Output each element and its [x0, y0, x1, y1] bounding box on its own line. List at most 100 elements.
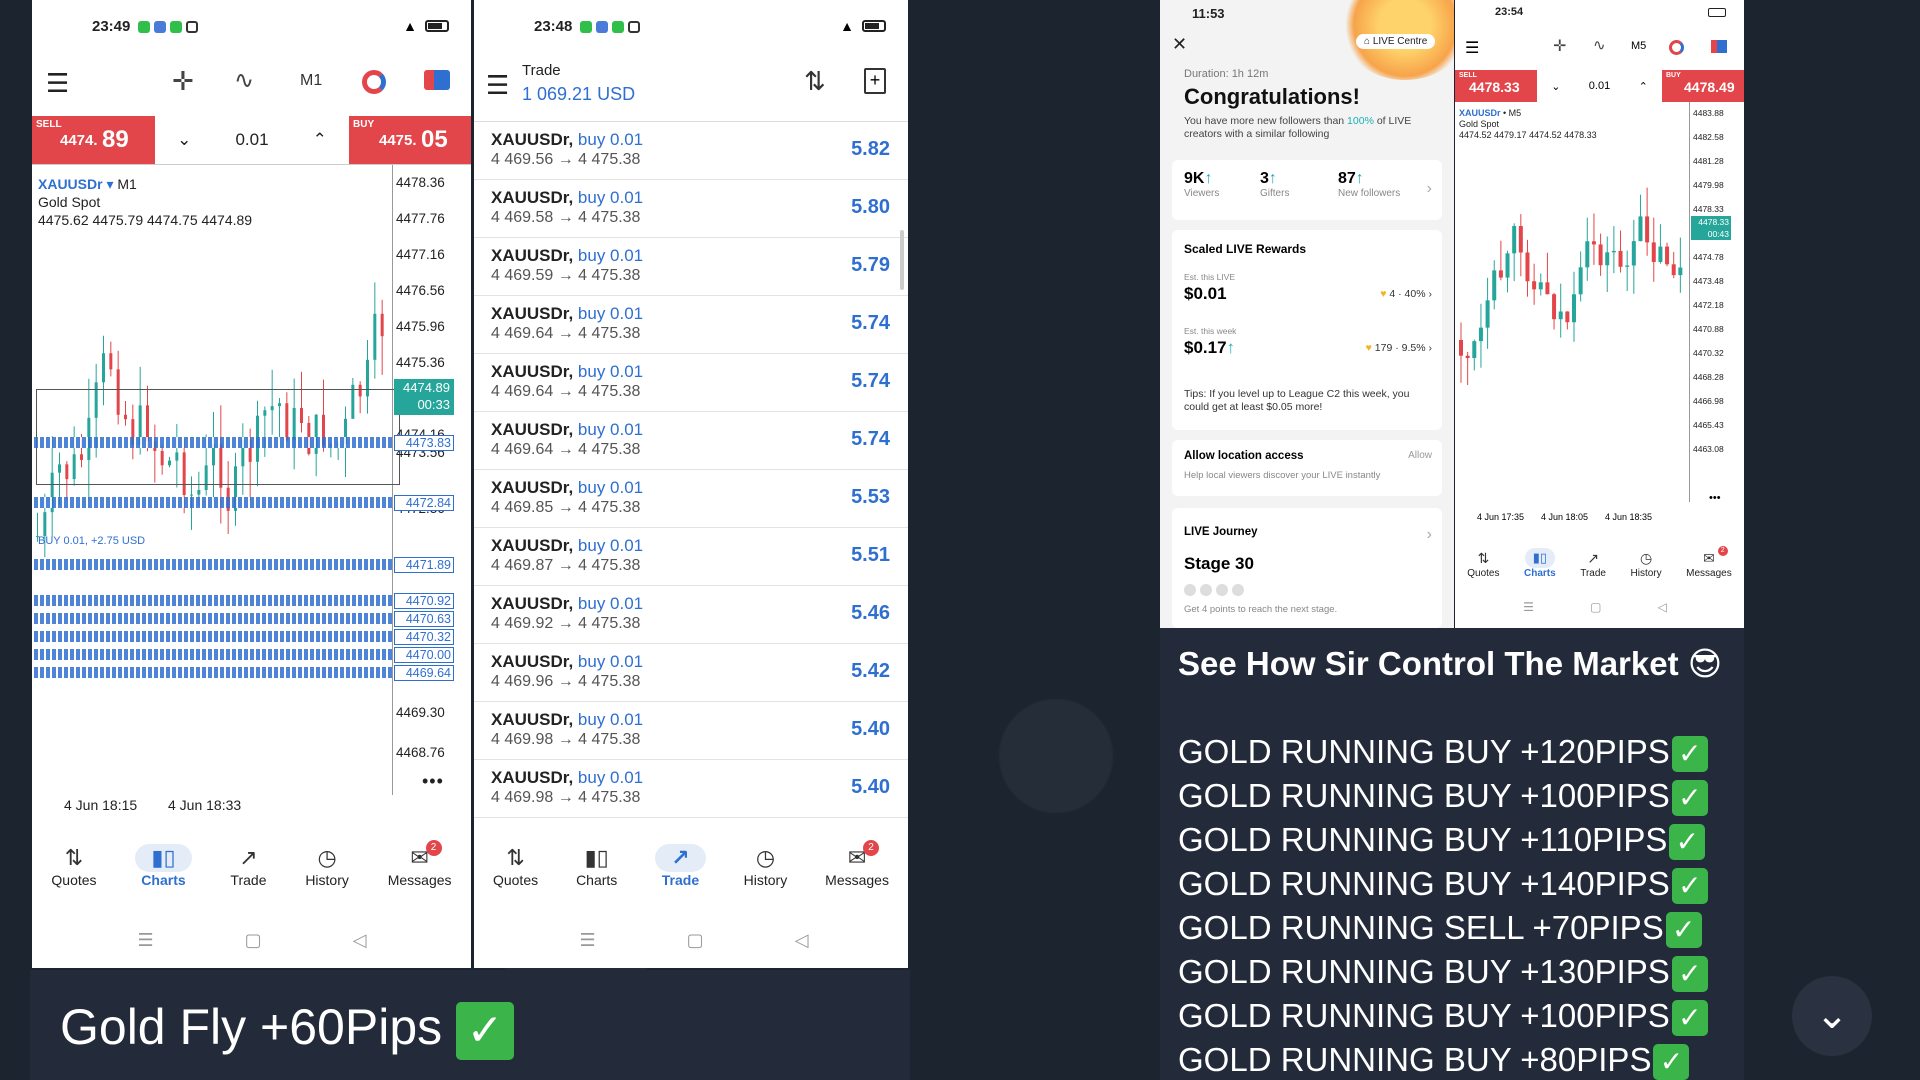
menu-icon[interactable]: ☰: [486, 70, 509, 101]
buy-button[interactable]: BUY 4478.49: [1662, 70, 1744, 102]
position-row[interactable]: XAUUSDr, buy 0.01 4 469.92 → 4 475.38 5.…: [474, 586, 908, 644]
nav-history[interactable]: ◷ History: [1631, 548, 1662, 579]
result-item: GOLD RUNNING BUY +80PIPS ✓: [1178, 1038, 1708, 1080]
sell-button[interactable]: SELL 4474. 89: [32, 116, 155, 164]
sell-button[interactable]: SELL 4478.33: [1455, 70, 1537, 102]
nav-quotes[interactable]: ⇅ Quotes: [51, 844, 96, 888]
position-row[interactable]: XAUUSDr, buy 0.01 4 469.64 → 4 475.38 5.…: [474, 412, 908, 470]
chevron-down-icon[interactable]: ⌄: [177, 130, 191, 150]
candle-body: [1505, 253, 1510, 278]
nav-history[interactable]: ◷ History: [744, 844, 788, 888]
timeframe-button[interactable]: M1: [300, 72, 322, 90]
position-profit: 5.74: [851, 428, 890, 450]
candle-body: [1518, 226, 1523, 253]
more-icon[interactable]: •••: [422, 771, 444, 792]
position-row[interactable]: XAUUSDr, buy 0.01 4 469.64 → 4 475.38 5.…: [474, 296, 908, 354]
position-row[interactable]: XAUUSDr, buy 0.01 4 469.98 → 4 475.38 5.…: [474, 702, 908, 760]
timeframe-button[interactable]: M5: [1631, 40, 1646, 52]
order-line[interactable]: [34, 667, 392, 678]
trade-icon[interactable]: [1711, 40, 1727, 53]
trade-chart-icon: ↗: [655, 844, 706, 872]
live-centre-button[interactable]: ⌂ LIVE Centre: [1356, 34, 1436, 49]
nav-trade[interactable]: ↗ Trade: [655, 844, 706, 888]
order-line[interactable]: [34, 595, 392, 606]
nav-charts[interactable]: ▮▯ Charts: [135, 844, 192, 888]
order-line[interactable]: [34, 649, 392, 660]
menu-icon[interactable]: ☰: [1465, 38, 1479, 58]
more-icon[interactable]: •••: [1709, 492, 1721, 504]
nav-trade[interactable]: ↗ Trade: [1580, 548, 1606, 579]
nav-charts[interactable]: ▮▯ Charts: [1524, 547, 1556, 579]
close-icon[interactable]: ✕: [1172, 34, 1187, 55]
buy-price-prefix: 4475.: [379, 132, 417, 149]
object-icon[interactable]: [1669, 40, 1684, 55]
position-row[interactable]: XAUUSDr, buy 0.01 4 469.58 → 4 475.38 5.…: [474, 180, 908, 238]
menu-icon[interactable]: ☰: [46, 68, 69, 99]
axis-tick: 4474.78: [1693, 252, 1724, 262]
position-row[interactable]: XAUUSDr, buy 0.01 4 469.56 → 4 475.38 5.…: [474, 122, 908, 180]
axis-tick: 4477.16: [396, 247, 445, 262]
order-line[interactable]: [34, 437, 392, 448]
crosshair-icon[interactable]: ✛: [1553, 36, 1566, 56]
order-level-tag: 4470.32: [394, 629, 454, 645]
nav-quotes[interactable]: ⇅ Quotes: [493, 844, 538, 888]
recent-apps-icon[interactable]: ☰: [580, 930, 596, 951]
location-card[interactable]: Allow location access Allow Help local v…: [1172, 440, 1442, 496]
order-line[interactable]: [34, 497, 392, 508]
price-chart[interactable]: XAUUSDr ▾ M1 Gold Spot 4475.62 4475.79 4…: [32, 164, 471, 813]
home-icon[interactable]: ▢: [687, 930, 704, 951]
caption-left: Gold Fly +60Pips ✓: [30, 970, 910, 1080]
nav-trade[interactable]: ↗ Trade: [230, 844, 266, 888]
nav-history[interactable]: ◷ History: [305, 844, 349, 888]
object-icon[interactable]: [362, 70, 386, 94]
allow-button[interactable]: Allow: [1408, 450, 1432, 461]
recent-apps-icon[interactable]: ☰: [138, 930, 154, 951]
position-symbol: XAUUSDr, buy 0.01: [491, 652, 644, 671]
position-row[interactable]: XAUUSDr, buy 0.01 4 469.64 → 4 475.38 5.…: [474, 354, 908, 412]
nav-messages[interactable]: ✉ 2 Messages: [388, 840, 452, 888]
sort-icon[interactable]: ⇅: [804, 66, 826, 97]
candle-body: [109, 353, 113, 370]
order-line[interactable]: [34, 631, 392, 642]
nav-messages[interactable]: ✉ 2 Messages: [1686, 545, 1732, 579]
order-line[interactable]: [34, 613, 392, 624]
stats-card[interactable]: 9K↑ Viewers 3↑ Gifters 87↑ New followers ›: [1172, 160, 1442, 220]
scroll-down-button[interactable]: ⌄: [1792, 976, 1872, 1056]
status-time: 23:48: [534, 18, 573, 35]
order-line[interactable]: [34, 559, 392, 570]
bottom-nav: ⇅ Quotes ▮▯ Charts ↗ Trade ◷ History ✉ 2 Messa…: [32, 830, 471, 902]
position-row[interactable]: XAUUSDr, buy 0.01 4 469.98 → 4 475.38 5.…: [474, 760, 908, 818]
est-week-tier[interactable]: ♥ 179 · 9.5% ›: [1366, 342, 1432, 354]
lot-stepper[interactable]: ⌄ 0.01 ⌃: [1537, 70, 1662, 102]
est-live-tier[interactable]: ♥ 4 · 40% ›: [1380, 288, 1432, 300]
position-prices: 4 469.87 → 4 475.38: [491, 557, 641, 574]
price-chart[interactable]: XAUUSDr • M5 Gold Spot 4474.52 4479.17 4…: [1455, 102, 1744, 522]
position-row[interactable]: XAUUSDr, buy 0.01 4 469.85 → 4 475.38 5.…: [474, 470, 908, 528]
home-icon[interactable]: ▢: [245, 930, 262, 951]
lot-stepper[interactable]: ⌄ 0.01 ⌃: [155, 116, 349, 164]
position-profit: 5.74: [851, 370, 890, 392]
nav-charts[interactable]: ▮▯ Charts: [576, 844, 617, 888]
indicator-icon[interactable]: ∿: [234, 66, 254, 95]
crosshair-icon[interactable]: ✛: [172, 66, 194, 97]
new-order-icon[interactable]: +: [864, 68, 886, 94]
indicator-icon[interactable]: ∿: [1593, 36, 1606, 54]
chevron-down-icon: ⌄: [1815, 993, 1849, 1037]
nav-quotes[interactable]: ⇅ Quotes: [1467, 548, 1499, 579]
candle-body: [1658, 246, 1663, 263]
buy-button[interactable]: BUY 4475. 05: [349, 116, 471, 164]
scrollbar[interactable]: [900, 230, 904, 290]
position-profit: 5.42: [851, 660, 890, 682]
trade-icon[interactable]: [424, 70, 450, 90]
journey-card[interactable]: LIVE Journey › Stage 30 Get 4 points to …: [1172, 508, 1442, 628]
system-icons: ▲: [840, 18, 886, 34]
nav-messages[interactable]: ✉ 2 Messages: [825, 840, 889, 888]
candle-body: [43, 512, 47, 537]
position-row[interactable]: XAUUSDr, buy 0.01 4 469.87 → 4 475.38 5.…: [474, 528, 908, 586]
chevron-up-icon[interactable]: ⌃: [313, 130, 327, 150]
back-icon[interactable]: ◁: [795, 930, 809, 951]
back-icon[interactable]: ◁: [353, 930, 367, 951]
position-symbol: XAUUSDr, buy 0.01: [491, 768, 644, 787]
position-row[interactable]: XAUUSDr, buy 0.01 4 469.59 → 4 475.38 5.…: [474, 238, 908, 296]
position-row[interactable]: XAUUSDr, buy 0.01 4 469.96 → 4 475.38 5.…: [474, 644, 908, 702]
